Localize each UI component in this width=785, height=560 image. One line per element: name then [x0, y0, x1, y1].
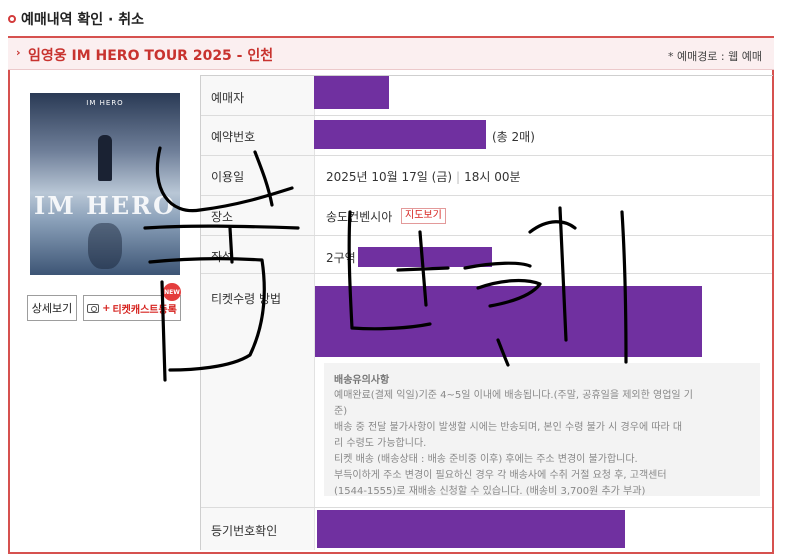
notice-line: 티켓 배송 (배송상태 : 배송 준비중 이후) 후에는 주소 변경이 불가합니…: [334, 454, 638, 465]
venue-value: 송도컨벤시아: [326, 210, 393, 224]
new-badge: NEW: [163, 283, 181, 301]
delivery-notice: 배송유의사항 예매완료(결제 익일)기준 4~5일 이내에 배송됩니다.(주말,…: [324, 363, 760, 497]
detail-view-label: 상세보기: [31, 302, 73, 315]
event-poster[interactable]: IM HERO IM HERO: [30, 93, 180, 275]
booking-number-redaction: [314, 120, 486, 149]
poster-logo: IM HERO: [34, 191, 176, 220]
seat-redaction: [358, 247, 492, 267]
event-time: 18시 00분: [464, 170, 521, 184]
notice-line: 준): [334, 406, 348, 417]
camera-icon: [87, 303, 100, 313]
notice-line: 리 수령도 가능합니다.: [334, 438, 427, 449]
page-title-text: 예매내역 확인 · 취소: [21, 12, 144, 28]
ticket-count: (총 2매): [492, 130, 535, 144]
poster-figure: [98, 135, 112, 181]
booking-number-label: 예약번호: [211, 130, 256, 144]
event-date-day: 2025년 10월 17일 (금): [326, 170, 453, 184]
venue-label: 장소: [211, 210, 234, 224]
label-column: [201, 76, 314, 550]
row-divider: [201, 195, 772, 196]
registered-number-redaction: [317, 510, 625, 548]
notice-line: 배송 중 전달 불가사항이 발생할 시에는 반송되며, 본인 수령 불가 시 경…: [334, 422, 683, 433]
booker-redaction: [314, 76, 389, 109]
notice-line: 예매완료(결제 익일)기준 4~5일 이내에 배송됩니다.(주말, 공휴일을 제…: [334, 390, 693, 401]
delivery-method-label: 티켓수령 방법: [211, 292, 282, 306]
row-divider: [201, 507, 772, 508]
poster-reflection: [88, 223, 122, 269]
plus-icon: +: [102, 302, 111, 314]
event-title: 임영웅 IM HERO TOUR 2025 - 인천: [28, 48, 274, 64]
event-date: 2025년 10월 17일 (금) | 18시 00분: [326, 168, 521, 185]
booking-route: * 예매경로 : 웹 예매: [667, 50, 762, 63]
notice-line: (1544-1555)로 재배송 신청할 수 있습니다. (배송비 3,700원…: [334, 486, 646, 497]
row-divider: [201, 155, 772, 156]
date-label: 이용일: [211, 170, 245, 184]
date-separator: |: [456, 170, 461, 184]
row-divider: [201, 115, 772, 116]
row-divider: [201, 273, 772, 274]
registered-number-label: 등기번호확인: [211, 524, 278, 538]
booker-label: 예매자: [211, 91, 245, 105]
seat-zone: 2구역: [326, 251, 356, 265]
ticketcast-label: 티켓캐스트등록: [112, 304, 177, 316]
event-title-bar: › 임영웅 IM HERO TOUR 2025 - 인천 * 예매경로 : 웹 …: [8, 38, 774, 70]
row-divider: [201, 235, 772, 236]
detail-view-button[interactable]: 상세보기: [27, 295, 77, 321]
page-title: 예매내역 확인 · 취소: [8, 9, 144, 29]
delivery-redaction: [315, 286, 702, 357]
seat-label: 좌석: [211, 250, 234, 264]
poster-header: IM HERO: [86, 99, 124, 107]
notice-title: 배송유의사항: [334, 375, 390, 386]
map-view-button[interactable]: 지도보기: [401, 208, 446, 224]
chevron-right-icon: ›: [16, 46, 21, 59]
notice-line: 부득이하게 주소 변경이 필요하신 경우 각 배송사에 수취 거절 요청 후, …: [334, 470, 667, 481]
title-bullet-icon: [8, 15, 16, 23]
